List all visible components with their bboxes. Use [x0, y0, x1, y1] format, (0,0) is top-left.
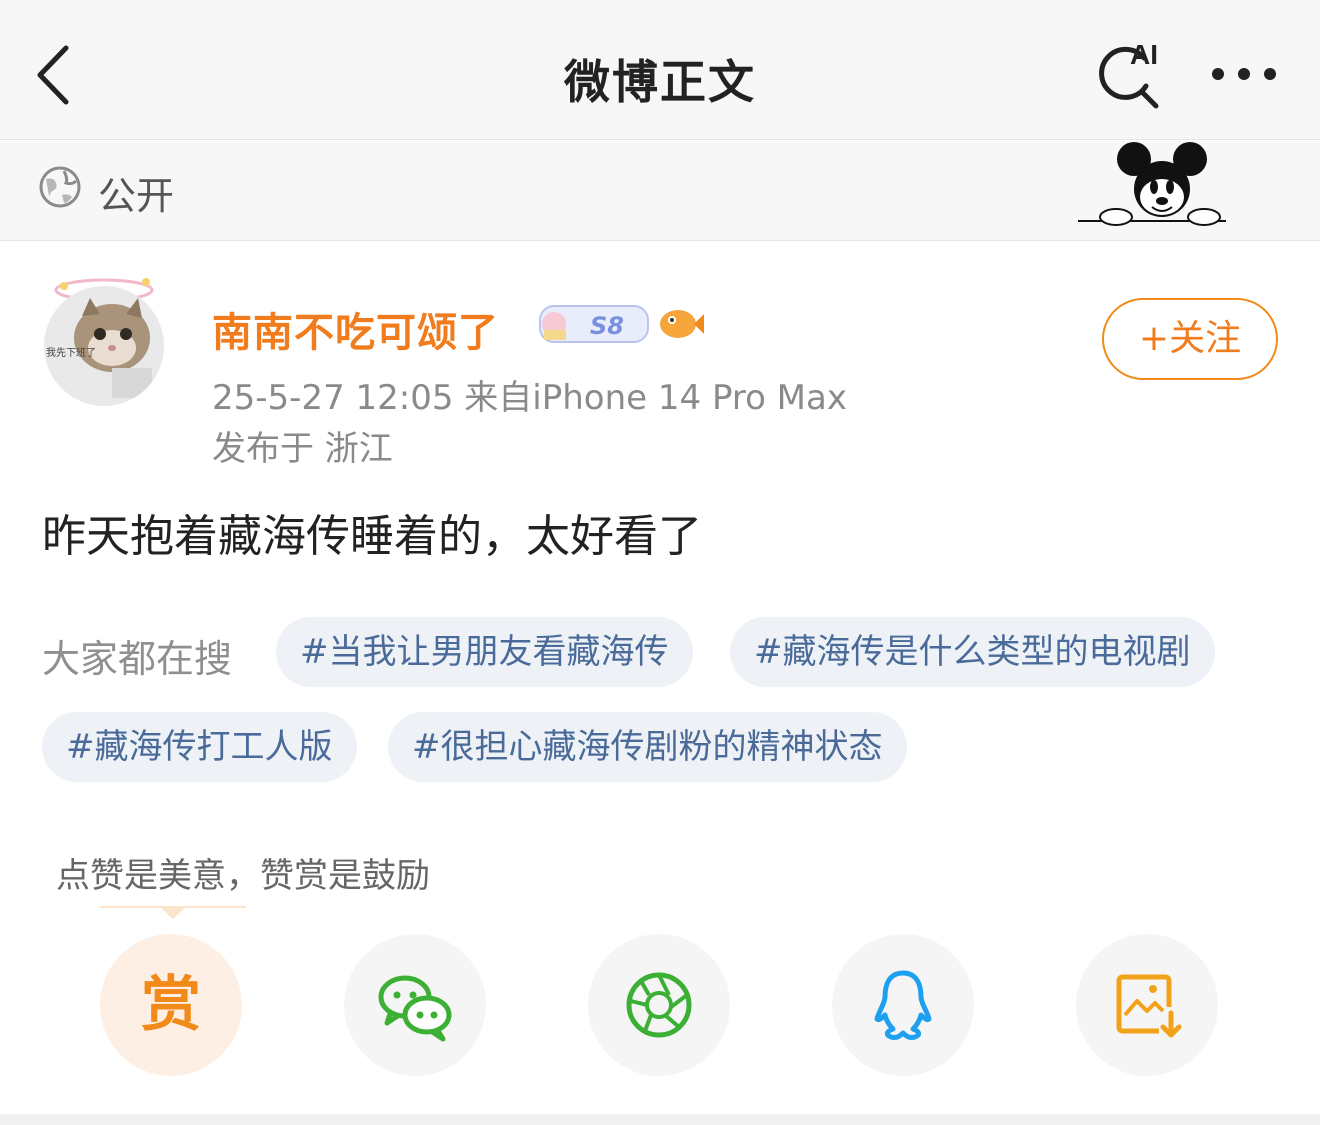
- hot-search-tag[interactable]: #藏海传打工人版: [42, 712, 357, 782]
- globe-icon: [39, 166, 81, 208]
- mickey-decoration-icon: [1078, 142, 1226, 226]
- top-navigation-bar: 微博正文 AI: [0, 0, 1320, 140]
- moments-icon: [626, 972, 692, 1038]
- share-moments-button[interactable]: [588, 934, 730, 1076]
- reward-hint: 点赞是美意，赞赏是鼓励: [56, 856, 430, 896]
- hot-search-tag[interactable]: #很担心藏海传剧粉的精神状态: [388, 712, 907, 782]
- visibility-label: 公开: [98, 174, 175, 218]
- save-image-button[interactable]: [1076, 934, 1218, 1076]
- more-dots-icon: [1212, 68, 1276, 80]
- save-image-icon: [1116, 974, 1182, 1038]
- ai-search-button[interactable]: AI: [1092, 38, 1172, 110]
- share-wechat-button[interactable]: [344, 934, 486, 1076]
- avatar-caption: 我先下班了: [46, 347, 96, 359]
- post-content: 昨天抱着藏海传睡着的，太好看了: [42, 511, 702, 562]
- qq-icon: [874, 970, 932, 1040]
- wechat-icon: [378, 975, 452, 1042]
- level-badge-icon: S8: [539, 305, 649, 343]
- share-qq-button[interactable]: [832, 934, 974, 1076]
- fish-badge-icon: [660, 310, 704, 338]
- post-time-source: 25-5-27 12:05 来自iPhone 14 Pro Max: [212, 378, 847, 418]
- reward-button[interactable]: 赏: [100, 934, 242, 1076]
- hot-search-tag[interactable]: #藏海传是什么类型的电视剧: [730, 617, 1215, 687]
- reward-hint-pointer: [100, 906, 246, 919]
- level-badge-label: S8: [590, 312, 624, 340]
- avatar[interactable]: 我先下班了: [42, 268, 170, 410]
- visibility-bar: 公开: [0, 141, 1320, 241]
- cat-avatar-icon: 我先下班了: [44, 278, 164, 406]
- bottom-separator: [0, 1114, 1320, 1125]
- hot-search-label: 大家都在搜: [42, 637, 233, 681]
- follow-button[interactable]: +关注: [1102, 298, 1278, 380]
- hot-search-tag[interactable]: #当我让男朋友看藏海传: [276, 617, 693, 687]
- more-options-button[interactable]: [1208, 62, 1280, 86]
- ai-label: AI: [1130, 39, 1158, 70]
- username[interactable]: 南南不吃可颂了: [212, 300, 499, 358]
- post-location: 发布于 浙江: [212, 429, 393, 469]
- ai-search-icon: AI: [1099, 39, 1159, 109]
- reward-icon: 赏: [141, 970, 201, 1040]
